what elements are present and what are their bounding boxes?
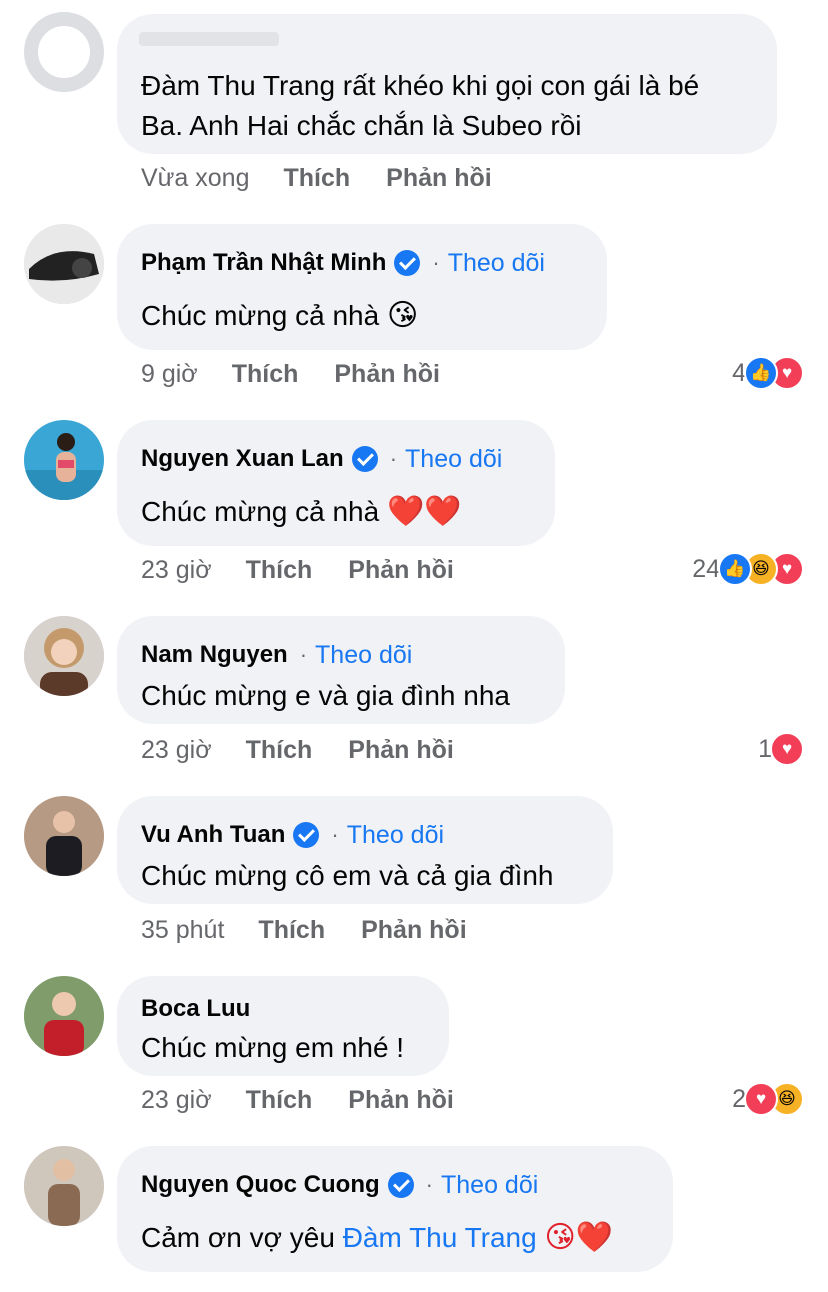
love-icon: ♥ — [770, 732, 804, 766]
comment-meta: 23 giờ Thích Phản hồi — [141, 1086, 454, 1115]
verified-badge-icon — [387, 1172, 414, 1198]
comment-text: Cảm ơn vợ yêu Đàm Thu Trang 😘❤️ — [141, 1220, 613, 1255]
like-link[interactable]: Thích — [232, 360, 299, 389]
comment-bubble: Boca Luu Chúc mừng em nhé ! — [117, 976, 449, 1076]
reaction-count: 24 — [692, 554, 720, 583]
comment-meta: 23 giờ Thích Phản hồi — [141, 556, 454, 585]
comment-bubble: Nguyen Quoc Cuong · Theo dõi Cảm ơn vợ y… — [117, 1146, 673, 1272]
follow-link[interactable]: Theo dõi — [441, 1171, 538, 1200]
author-row: Nguyen Quoc Cuong · Theo dõi — [141, 1168, 538, 1202]
reply-link[interactable]: Phản hồi — [348, 556, 454, 585]
comment-text: Chúc mừng cô em và cả gia đình — [141, 860, 554, 891]
mention-link[interactable]: Đàm Thu Trang — [343, 1222, 537, 1253]
comment-meta: 35 phút Thích Phản hồi — [141, 916, 467, 945]
author-name[interactable]: Nam Nguyen — [141, 641, 288, 669]
like-icon: 👍 — [744, 356, 778, 390]
reaction-summary[interactable]: 4 👍 ♥ — [732, 356, 804, 390]
verified-badge-icon — [351, 446, 378, 472]
like-link[interactable]: Thích — [246, 736, 313, 765]
like-link[interactable]: Thích — [258, 916, 325, 945]
kiss-emoji-icon: 😘 — [387, 298, 419, 333]
reaction-summary[interactable]: 1 ♥ — [758, 732, 804, 766]
reaction-summary[interactable]: 2 ♥ 😆 — [732, 1082, 804, 1116]
author-name[interactable]: Phạm Trần Nhật Minh — [141, 249, 386, 277]
author-row: Nam Nguyen · Theo dõi — [141, 638, 412, 672]
avatar[interactable] — [24, 224, 104, 304]
verified-badge-icon — [293, 822, 320, 848]
avatar[interactable] — [24, 1146, 104, 1226]
like-link[interactable]: Thích — [246, 556, 313, 585]
author-name[interactable]: Nguyen Quoc Cuong — [141, 1171, 380, 1199]
separator-dot: · — [331, 822, 339, 847]
comment-text-line-1: Đàm Thu Trang rất khéo khi gọi con gái l… — [141, 70, 700, 101]
follow-link[interactable]: Theo dõi — [405, 445, 502, 474]
comment-text: Chúc mừng em nhé ! — [141, 1032, 405, 1063]
comment-time: 23 giờ — [141, 1086, 212, 1114]
comment-text: Chúc mừng cả nhà 😘 — [141, 298, 418, 333]
comment-bubble: Nam Nguyen · Theo dõi Chúc mừng e và gia… — [117, 616, 565, 724]
comment-time: Vừa xong — [141, 164, 250, 192]
comment-time: 23 giờ — [141, 736, 212, 764]
comment-text-body: Chúc mừng cả nhà — [141, 300, 380, 331]
comment-meta: Vừa xong Thích Phản hồi — [141, 164, 492, 193]
comment-time: 23 giờ — [141, 556, 212, 584]
blurred-author-name — [139, 32, 279, 46]
comment-time: 35 phút — [141, 916, 225, 944]
comment-time: 9 giờ — [141, 360, 198, 388]
like-icon: 👍 — [718, 552, 752, 586]
reply-link[interactable]: Phản hồi — [348, 736, 454, 765]
like-link[interactable]: Thích — [246, 1086, 313, 1115]
comment-text: Chúc mừng e và gia đình nha — [141, 680, 510, 711]
follow-link[interactable]: Theo dõi — [448, 249, 545, 278]
author-name[interactable]: Nguyen Xuan Lan — [141, 445, 344, 473]
comment-text-body: Chúc mừng cả nhà — [141, 496, 380, 527]
follow-link[interactable]: Theo dõi — [347, 821, 444, 850]
separator-dot: · — [425, 1172, 433, 1197]
separator-dot: · — [299, 642, 308, 667]
comment-meta: 9 giờ Thích Phản hồi — [141, 360, 440, 389]
comment-text-line-2: Ba. Anh Hai chắc chắn là Subeo rồi — [141, 110, 582, 141]
avatar[interactable] — [24, 616, 104, 696]
like-link[interactable]: Thích — [283, 164, 350, 193]
reply-link[interactable]: Phản hồi — [334, 360, 440, 389]
comment-text: Chúc mừng cả nhà ❤️❤️ — [141, 494, 462, 529]
author-row: Nguyen Xuan Lan · Theo dõi — [141, 442, 502, 476]
kiss-heart-emoji-icon: 😘❤️ — [544, 1220, 614, 1255]
comment-meta: 23 giờ Thích Phản hồi — [141, 736, 454, 765]
avatar[interactable] — [24, 796, 104, 876]
avatar-placeholder[interactable] — [24, 12, 104, 92]
reply-link[interactable]: Phản hồi — [386, 164, 492, 193]
comment-bubble: Vu Anh Tuan · Theo dõi Chúc mừng cô em v… — [117, 796, 613, 904]
author-name[interactable]: Vu Anh Tuan — [141, 821, 285, 849]
heart-emoji-icon: ❤️❤️ — [387, 494, 462, 529]
love-icon: ♥ — [744, 1082, 778, 1116]
comment-bubble: Phạm Trần Nhật Minh · Theo dõi Chúc mừng… — [117, 224, 607, 350]
verified-badge-icon — [394, 250, 421, 276]
author-row: Vu Anh Tuan · Theo dõi — [141, 818, 444, 852]
comment-bubble: Nguyen Xuan Lan · Theo dõi Chúc mừng cả … — [117, 420, 555, 546]
follow-link[interactable]: Theo dõi — [315, 641, 412, 670]
separator-dot: · — [389, 446, 398, 471]
avatar[interactable] — [24, 420, 104, 500]
reply-link[interactable]: Phản hồi — [361, 916, 467, 945]
avatar[interactable] — [24, 976, 104, 1056]
reaction-summary[interactable]: 24 👍 😆 ♥ — [692, 552, 804, 586]
reply-link[interactable]: Phản hồi — [348, 1086, 454, 1115]
comment-bubble: Đàm Thu Trang rất khéo khi gọi con gái l… — [117, 14, 777, 154]
author-row: Phạm Trần Nhật Minh · Theo dõi — [141, 246, 545, 280]
comment-text-body: Cảm ơn vợ yêu — [141, 1222, 335, 1253]
author-name[interactable]: Boca Luu — [141, 995, 250, 1023]
separator-dot: · — [432, 250, 440, 275]
author-row: Boca Luu — [141, 992, 250, 1026]
